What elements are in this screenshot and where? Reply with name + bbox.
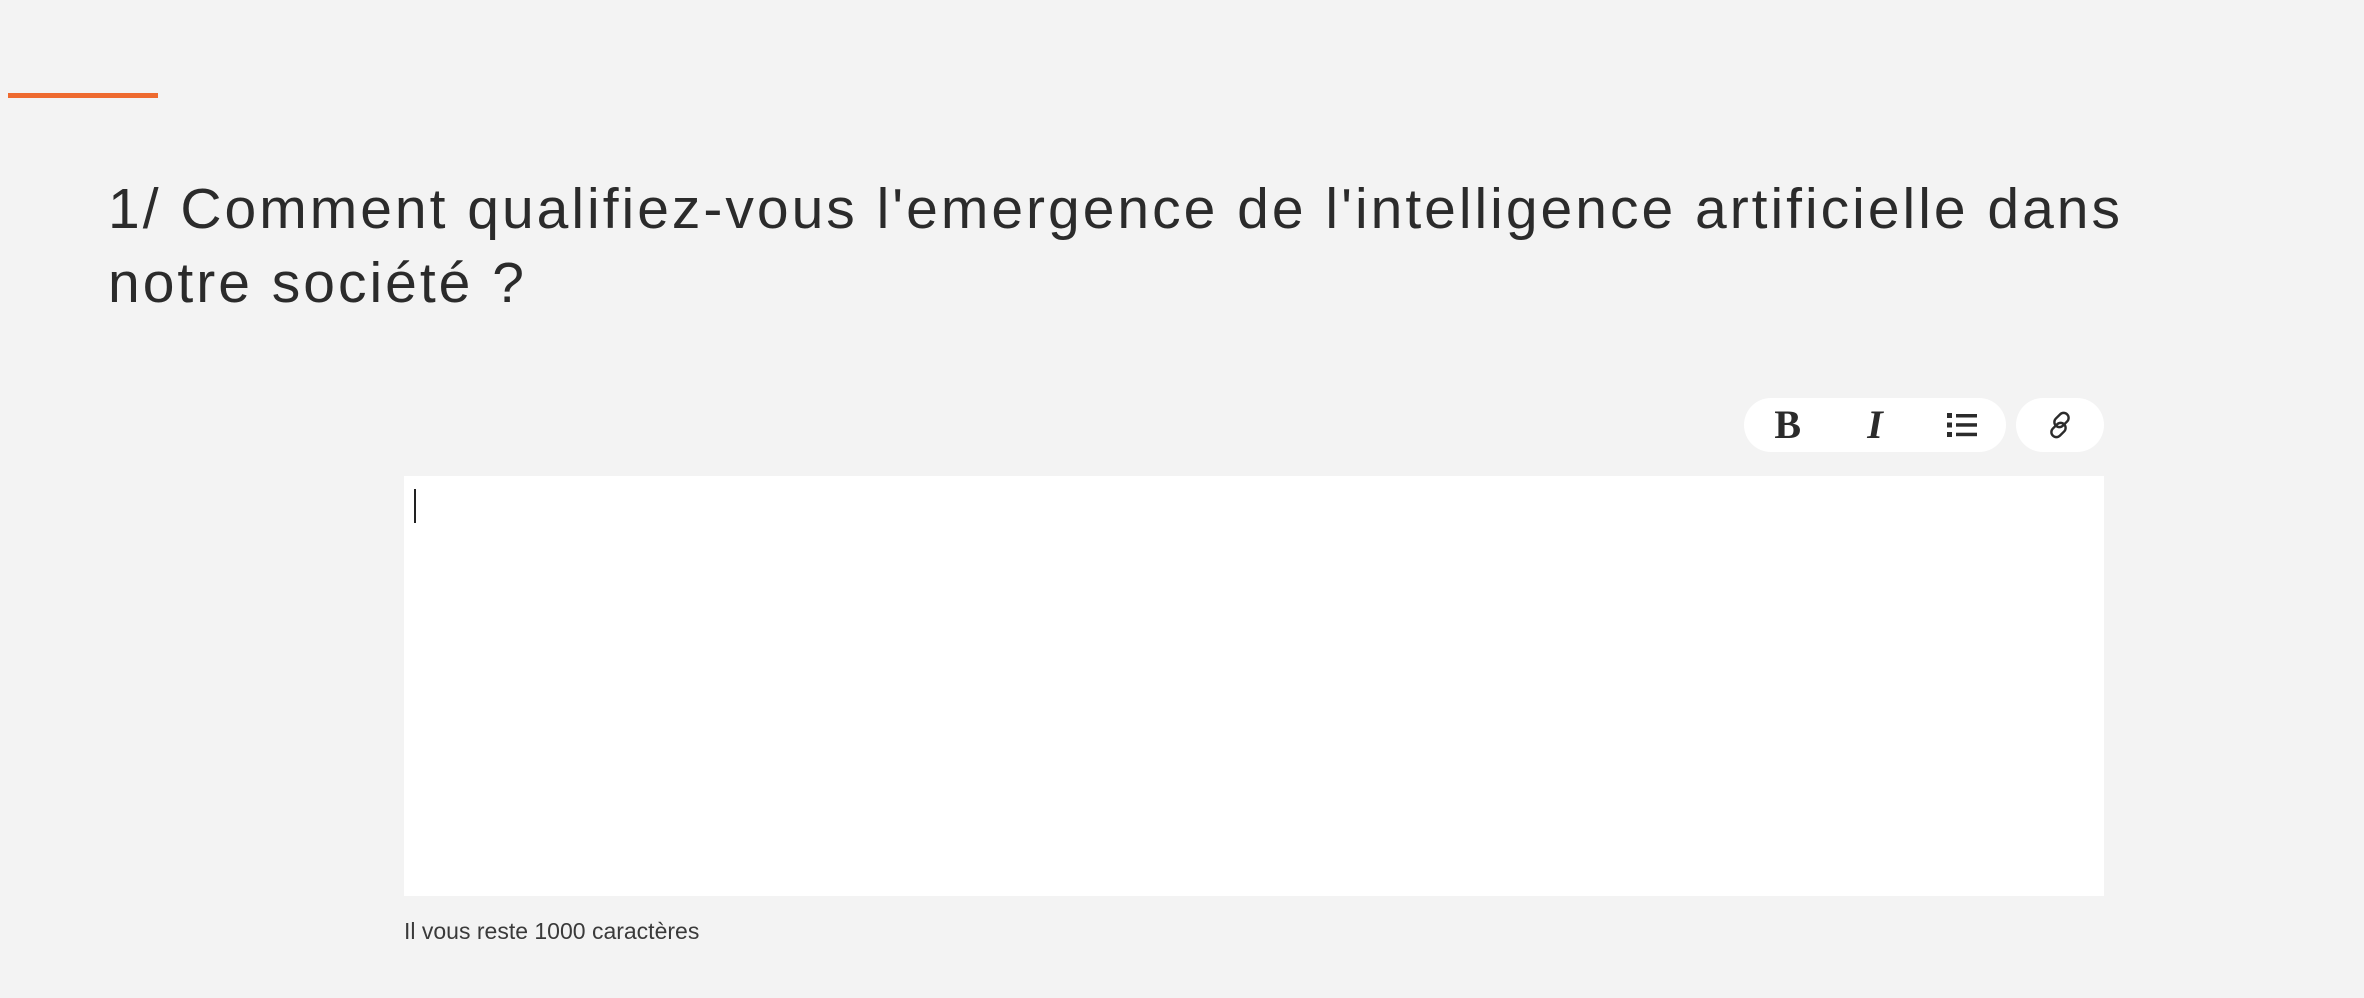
italic-button[interactable]: I [1831,398,1918,452]
italic-icon: I [1867,402,1883,447]
bulleted-list-icon [1947,413,1978,437]
remaining-characters-counter: Il vous reste 1000 caractères [404,918,700,944]
text-cursor [414,489,416,523]
bold-icon: B [1774,402,1801,447]
bold-button[interactable]: B [1744,398,1831,452]
insert-link-button[interactable] [2016,398,2104,452]
link-toolbar [2016,398,2104,452]
bulleted-list-button[interactable] [1919,398,2006,452]
answer-text-editor[interactable] [404,476,2104,896]
formatting-toolbar: B I [1744,398,2006,452]
accent-bar [8,93,158,98]
question-title: 1/ Comment qualifiez-vous l'emergence de… [108,177,2124,315]
link-icon [2050,411,2070,439]
